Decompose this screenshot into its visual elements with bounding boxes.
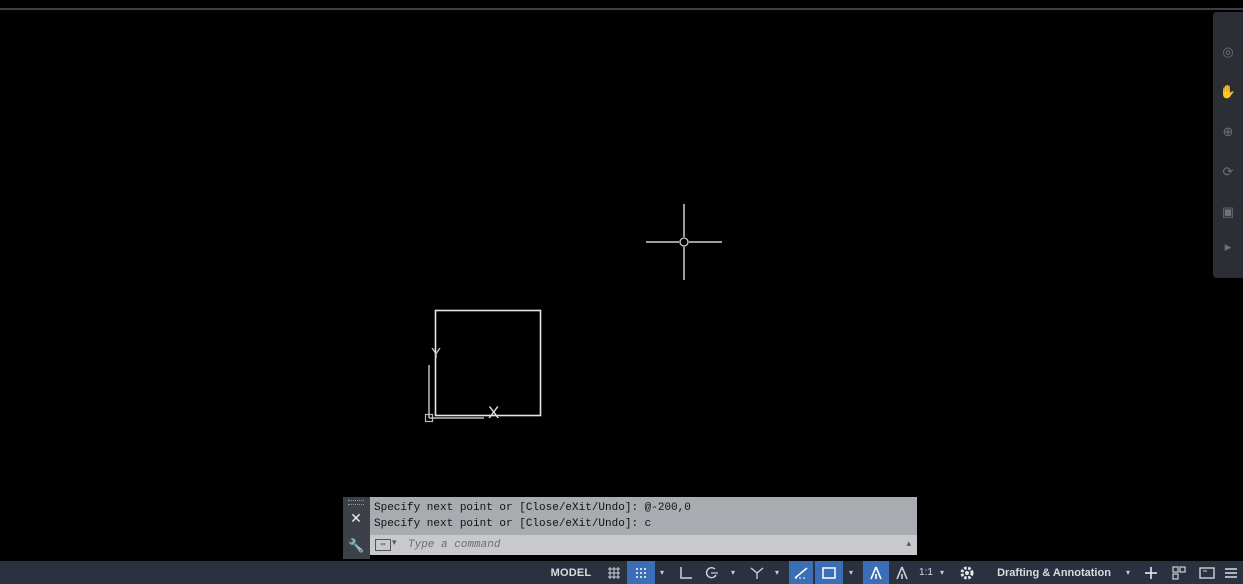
polar-tracking-icon[interactable] [700,561,724,584]
command-line-window: ✕ 🔧 Specify next point or [Close/eXit/Un… [343,497,917,559]
crosshair-cursor [646,204,722,280]
customization-menu-icon[interactable] [1220,561,1242,584]
orbit-icon[interactable]: ⟳ [1218,162,1238,182]
recent-commands-icon[interactable]: ▴ [906,538,911,549]
showmotion-play-icon[interactable]: ▸ [1218,237,1238,257]
grip-icon[interactable] [348,500,364,505]
isodraft-icon[interactable] [745,561,769,584]
zoom-icon[interactable]: ⊕ [1218,122,1238,142]
command-history-line: Specify next point or [Close/eXit/Undo]:… [374,502,691,514]
navigation-bar: ◎ ✋ ⊕ ⟳ ▣ ▸ [1213,12,1243,278]
plus-icon[interactable] [1140,561,1162,584]
grid-icon[interactable] [603,561,625,584]
model-space-button[interactable]: MODEL [546,561,596,584]
full-navigation-wheel-icon[interactable]: ◎ [1218,42,1238,62]
gear-icon[interactable] [955,561,979,584]
annotation-visibility-icon[interactable] [863,561,889,584]
auto-scale-icon[interactable] [891,561,913,584]
pan-icon[interactable]: ✋ [1218,82,1238,102]
snap-dropdown-arrow[interactable]: ▾ [656,561,668,584]
annotation-scale-button[interactable]: 1:1 [916,561,936,584]
drawing-area[interactable]: Y X [0,10,1212,558]
snap-mode-icon[interactable] [627,561,655,584]
close-icon[interactable]: ✕ [349,511,363,525]
command-history: Specify next point or [Close/eXit/Undo]:… [370,497,917,535]
wrench-icon[interactable]: 🔧 [348,539,364,553]
drawn-square[interactable] [434,309,542,417]
showmotion-icon[interactable]: ▣ [1218,202,1238,222]
annotation-scale-dropdown-arrow[interactable]: ▾ [937,561,947,584]
isodraft-dropdown-arrow[interactable]: ▾ [771,561,783,584]
clean-screen-icon[interactable] [1196,561,1218,584]
chevron-down-icon[interactable]: ▾ [392,537,397,548]
ucs-y-label: Y [431,345,441,362]
command-line-handle[interactable]: ✕ 🔧 [343,497,370,559]
workspace-dropdown-arrow[interactable]: ▾ [1123,561,1133,584]
workspace-switch-button[interactable]: Drafting & Annotation [984,561,1124,584]
ucs-icon: Y X [424,345,499,423]
ortho-icon[interactable] [675,561,697,584]
ucs-x-label: X [488,403,499,422]
object-snap-icon[interactable] [815,561,843,584]
command-prompt-icon[interactable]: ▭ [375,539,391,551]
isolate-objects-icon[interactable] [1168,561,1190,584]
command-input-row: ▭ ▾ ▴ [370,535,917,555]
command-history-line: Specify next point or [Close/eXit/Undo]:… [374,518,652,530]
status-bar: MODEL ▾ ▾ ▾ ▾ 1:1 ▾ Drafting & Annotatio… [0,561,1243,584]
command-input[interactable] [408,536,898,553]
polar-dropdown-arrow[interactable]: ▾ [727,561,739,584]
model-space-canvas[interactable]: Y X [0,10,1212,558]
object-snap-tracking-icon[interactable] [789,561,813,584]
object-snap-dropdown-arrow[interactable]: ▾ [845,561,857,584]
